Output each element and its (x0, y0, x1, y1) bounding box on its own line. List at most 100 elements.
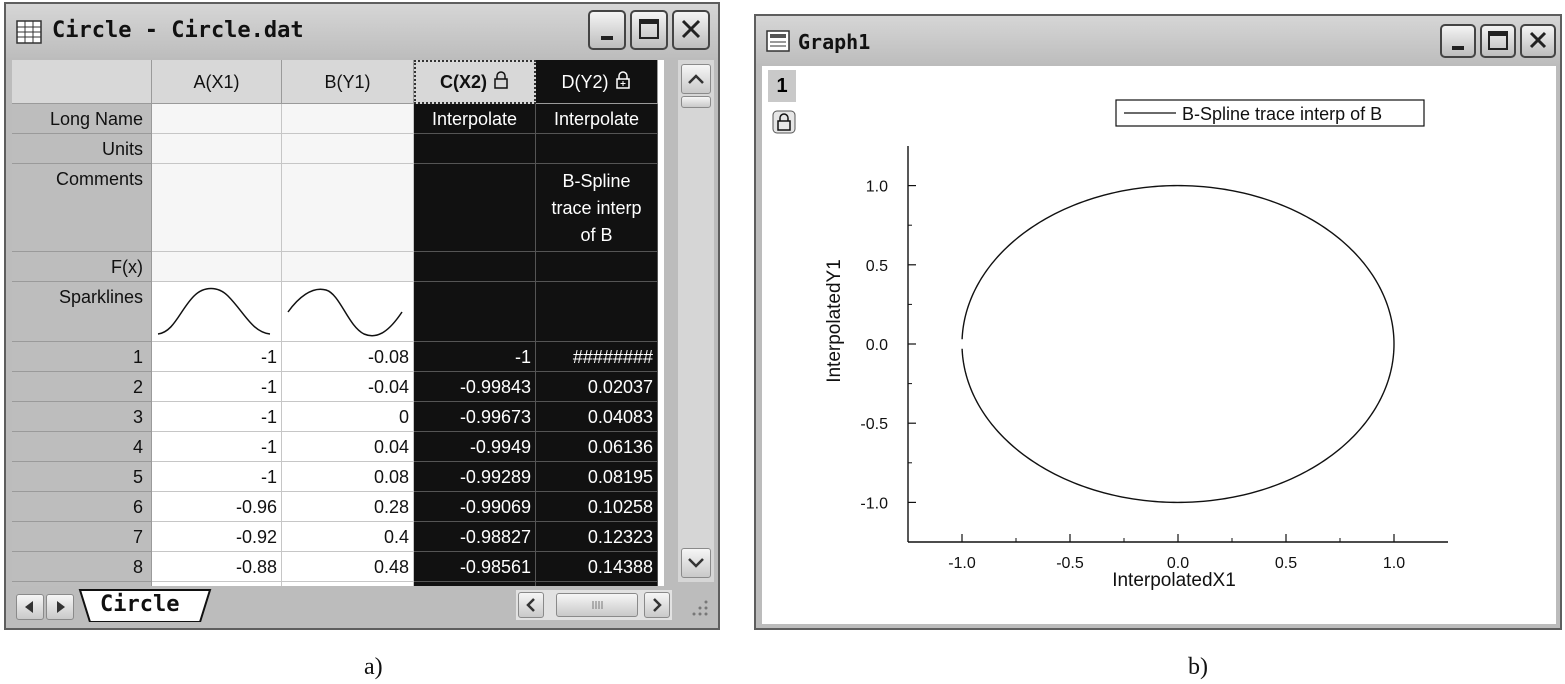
cell-c[interactable]: -0.99069 (414, 492, 536, 522)
sparkline-a[interactable] (152, 282, 282, 342)
cell-c[interactable]: -0.99843 (414, 372, 536, 402)
sparkline-b[interactable] (282, 282, 414, 342)
graph-titlebar[interactable]: Graph1 (756, 16, 1560, 64)
horizontal-scrollbar[interactable] (516, 590, 672, 620)
y-tick-label: 0.5 (866, 258, 888, 275)
cell-d[interactable]: 0.02037 (536, 372, 658, 402)
fx-c[interactable] (414, 252, 536, 282)
minimize-icon (601, 36, 613, 40)
fx-b[interactable] (282, 252, 414, 282)
fx-d[interactable] (536, 252, 658, 282)
scroll-down-button[interactable] (681, 548, 711, 578)
close-button[interactable] (672, 10, 710, 50)
horizontal-scroll-thumb[interactable] (556, 593, 638, 617)
long-name-a[interactable] (152, 104, 282, 134)
column-header-d[interactable]: D(Y2) (536, 60, 658, 104)
long-name-c[interactable]: Interpolate (414, 104, 536, 134)
cell-b[interactable]: -0.08 (282, 342, 414, 372)
row-number[interactable]: 3 (12, 402, 152, 432)
comments-d[interactable]: B-Spline trace interp of B (536, 164, 658, 252)
cell-b[interactable]: 0.04 (282, 432, 414, 462)
units-d[interactable] (536, 134, 658, 164)
units-c[interactable] (414, 134, 536, 164)
row-label-sparklines[interactable]: Sparklines (12, 282, 152, 342)
long-name-b[interactable] (282, 104, 414, 134)
cell-a[interactable]: -0.88 (152, 552, 282, 582)
fx-a[interactable] (152, 252, 282, 282)
graph-minimize-button[interactable] (1440, 24, 1476, 58)
graph-close-button[interactable] (1520, 24, 1556, 58)
column-header-a[interactable]: A(X1) (152, 60, 282, 104)
tab-scroll-left[interactable] (16, 594, 44, 620)
cell-c[interactable]: -1 (414, 342, 536, 372)
cell-d[interactable]: 0.12323 (536, 522, 658, 552)
cell-b[interactable]: 0.48 (282, 552, 414, 582)
row-label-units[interactable]: Units (12, 134, 152, 164)
graph-maximize-button[interactable] (1480, 24, 1516, 58)
units-b[interactable] (282, 134, 414, 164)
row-number[interactable]: 1 (12, 342, 152, 372)
resize-grip[interactable] (682, 592, 712, 620)
scroll-right-button[interactable] (644, 592, 670, 618)
cell-b[interactable]: 0.4 (282, 522, 414, 552)
cell-d[interactable]: ######## (536, 342, 658, 372)
sparkline-c[interactable] (414, 282, 536, 342)
graph-page[interactable]: 1 -1.0 -0.5 0.0 0.5 1.0 1.0 0.5 0.0 -0.5 -1.0 B-S… (762, 66, 1556, 624)
cell-c[interactable]: -0.99673 (414, 402, 536, 432)
tab-scroll-right[interactable] (46, 594, 74, 620)
cell-a[interactable]: -1 (152, 342, 282, 372)
worksheet-titlebar[interactable]: Circle - Circle.dat (6, 4, 718, 58)
cell-c[interactable]: -0.9949 (414, 432, 536, 462)
cell-a[interactable]: -1 (152, 402, 282, 432)
row-number[interactable]: 6 (12, 492, 152, 522)
cell-b[interactable]: 0 (282, 402, 414, 432)
cell-a[interactable]: -1 (152, 462, 282, 492)
scroll-thumb[interactable] (681, 96, 711, 108)
column-header-c-label: C(X2) (439, 72, 487, 92)
comments-a[interactable] (152, 164, 282, 252)
row-number[interactable]: 7 (12, 522, 152, 552)
cell-b[interactable]: 0.28 (282, 492, 414, 522)
cell-b[interactable]: 0.08 (282, 462, 414, 492)
scroll-left-button[interactable] (518, 592, 544, 618)
cell-d[interactable]: 0.14388 (536, 552, 658, 582)
column-header-b[interactable]: B(Y1) (282, 60, 414, 104)
minimize-icon (1452, 46, 1464, 50)
cell-c[interactable]: -0.99289 (414, 462, 536, 492)
vertical-scrollbar[interactable] (678, 60, 714, 582)
comments-b[interactable] (282, 164, 414, 252)
graph-window: Graph1 1 -1.0 -0.5 0.0 0.5 1.0 1.0 0.5 0.0 -0.5-… (754, 14, 1562, 630)
column-header-c[interactable]: C(X2) (414, 60, 536, 104)
caption-right: b) (1188, 654, 1208, 680)
cell-c[interactable]: -0.98827 (414, 522, 536, 552)
row-label-long-name[interactable]: Long Name (12, 104, 152, 134)
long-name-d[interactable]: Interpolate (536, 104, 658, 134)
cell-d[interactable]: 0.04083 (536, 402, 658, 432)
row-number[interactable]: 5 (12, 462, 152, 492)
cell-d[interactable]: 0.10258 (536, 492, 658, 522)
cell-c[interactable]: -0.98561 (414, 552, 536, 582)
cell-a[interactable]: -1 (152, 432, 282, 462)
maximize-button[interactable] (630, 10, 668, 50)
units-a[interactable] (152, 134, 282, 164)
cell-a[interactable]: -0.92 (152, 522, 282, 552)
minimize-button[interactable] (588, 10, 626, 50)
scroll-up-button[interactable] (681, 64, 711, 94)
y-tick-label: -1.0 (860, 495, 888, 512)
cell-a[interactable]: -0.96 (152, 492, 282, 522)
comments-c[interactable] (414, 164, 536, 252)
cell-d[interactable]: 0.08195 (536, 462, 658, 492)
row-number[interactable]: 2 (12, 372, 152, 402)
cell-d[interactable]: 0.06136 (536, 432, 658, 462)
cell-b[interactable]: -0.04 (282, 372, 414, 402)
row-label-fx[interactable]: F(x) (12, 252, 152, 282)
sheet-tab-circle[interactable]: Circle (78, 588, 218, 622)
corner-cell[interactable] (12, 60, 152, 104)
close-icon (1529, 31, 1547, 49)
row-number[interactable]: 8 (12, 552, 152, 582)
x-axis-label: InterpolatedX1 (1112, 570, 1236, 591)
sparkline-d[interactable] (536, 282, 658, 342)
row-number[interactable]: 4 (12, 432, 152, 462)
row-label-comments[interactable]: Comments (12, 164, 152, 252)
cell-a[interactable]: -1 (152, 372, 282, 402)
